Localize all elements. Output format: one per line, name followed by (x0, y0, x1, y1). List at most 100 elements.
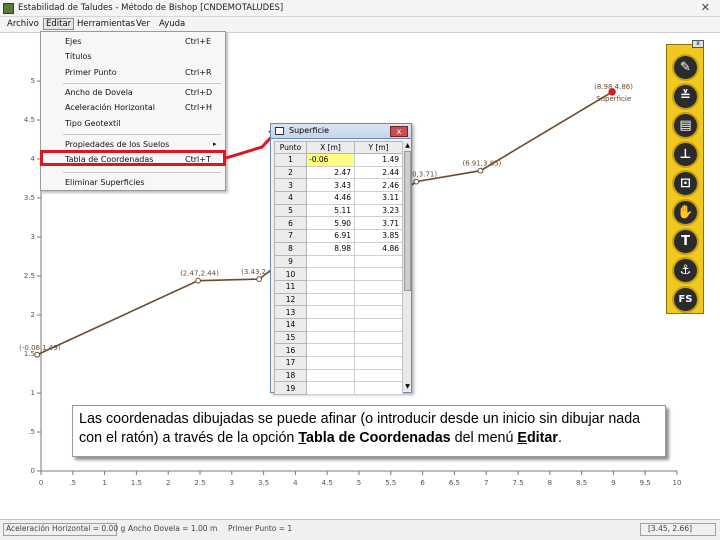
fs-tool-icon[interactable]: FS (672, 286, 699, 313)
menu-item-propiedades-suelos[interactable]: Propiedades de los Suelos (65, 140, 169, 149)
menu-editar[interactable]: Editar (43, 18, 75, 30)
cell-x[interactable] (306, 343, 355, 357)
x-tick-label: 6 (420, 479, 425, 487)
column-header-x: X [m] (306, 141, 355, 154)
cell-x[interactable]: 5.90 (306, 216, 355, 231)
surface-point (195, 277, 201, 284)
cell-y[interactable]: 1.49 (354, 153, 403, 167)
menu-ayuda[interactable]: Ayuda (157, 19, 187, 29)
dialog-close-button[interactable]: x (390, 126, 408, 137)
cell-x[interactable] (306, 330, 355, 345)
cell-x[interactable] (306, 368, 355, 383)
cell-y[interactable] (354, 317, 403, 332)
cell-x[interactable]: 4.46 (306, 191, 355, 205)
cell-x[interactable]: -0.06 (306, 153, 355, 167)
surface-point (256, 276, 263, 283)
menu-herramientas[interactable]: Herramientas (75, 19, 137, 29)
cell-x[interactable] (306, 254, 355, 269)
cell-y[interactable]: 3.71 (354, 216, 403, 231)
cell-y[interactable] (354, 356, 403, 370)
table-row[interactable]: 12 (274, 292, 403, 307)
table-row[interactable]: 10 (274, 267, 403, 281)
menu-archivo[interactable]: Archivo (5, 19, 41, 29)
caption-option-name: Tabla de Coordenadas (298, 430, 451, 446)
table-row[interactable]: 2 2.47 2.44 (274, 165, 403, 180)
row-number: 17 (274, 356, 307, 370)
cell-y[interactable] (354, 292, 403, 307)
cell-x[interactable] (306, 305, 355, 319)
scroll-up-icon[interactable]: ▲ (403, 141, 412, 150)
dialog-scrollbar[interactable]: ▲ ▼ (402, 141, 411, 391)
table-row[interactable]: 14 (274, 317, 403, 332)
table-row[interactable]: 5 5.11 3.23 (274, 203, 403, 218)
cell-y[interactable] (354, 254, 403, 269)
table-row[interactable]: 11 (274, 279, 403, 294)
cell-y[interactable]: 3.11 (354, 191, 403, 205)
menu-item-ancho-dovela[interactable]: Ancho de Dovela (65, 88, 133, 97)
menu-item-tipo-geotextil[interactable]: Tipo Geotextil (65, 119, 121, 128)
menu-item-titulos[interactable]: Títulos (65, 52, 92, 61)
table-row[interactable]: 17 (274, 356, 403, 370)
cell-y[interactable] (354, 343, 403, 357)
cell-x[interactable] (306, 356, 355, 370)
cell-y[interactable] (354, 381, 403, 396)
text-tool-icon[interactable]: T (672, 228, 699, 255)
scroll-down-icon[interactable]: ▼ (403, 382, 412, 391)
cell-y[interactable] (354, 330, 403, 345)
cell-x[interactable] (306, 267, 355, 281)
row-number: 14 (274, 317, 307, 332)
menu-item-primer-punto[interactable]: Primer Punto (65, 68, 117, 77)
menu-item-ejes[interactable]: Ejes (65, 37, 81, 46)
table-row[interactable]: 4 4.46 3.11 (274, 191, 403, 205)
table-row[interactable]: 3 3.43 2.46 (274, 178, 403, 193)
table-row[interactable]: 13 (274, 305, 403, 319)
cell-x[interactable] (306, 317, 355, 332)
menu-item-ejes-shortcut: Ctrl+E (185, 37, 211, 46)
cell-x[interactable]: 2.47 (306, 165, 355, 180)
scrollbar-thumb[interactable] (404, 151, 411, 291)
cell-y[interactable] (354, 267, 403, 281)
cell-y[interactable] (354, 368, 403, 383)
table-row[interactable]: 9 (274, 254, 403, 269)
cell-y[interactable]: 4.86 (354, 241, 403, 256)
cell-x[interactable] (306, 381, 355, 396)
cell-y[interactable] (354, 305, 403, 319)
table-row[interactable]: 18 (274, 368, 403, 383)
cell-y[interactable]: 2.46 (354, 178, 403, 193)
table-row[interactable]: 6 5.90 3.71 (274, 216, 403, 231)
pencil-tool-icon[interactable]: ✎ (672, 54, 699, 81)
grid-tool-icon[interactable]: ▤ (672, 112, 699, 139)
cell-x[interactable]: 6.91 (306, 229, 355, 243)
x-tick-label: 1 (102, 479, 106, 487)
level-tool-icon[interactable]: ⊥ (672, 141, 699, 168)
status-slice-width: Ancho Dovela = 1.00 m (128, 524, 218, 533)
table-row[interactable]: 1 -0.06 1.49 (274, 153, 403, 167)
menu-item-aceleracion-horizontal[interactable]: Aceleración Horizontal (65, 103, 155, 112)
anchor-tool-icon[interactable]: ⚓ (672, 257, 699, 284)
cell-x[interactable]: 3.43 (306, 178, 355, 193)
frame-tool-icon[interactable]: ⊡ (672, 170, 699, 197)
cell-y[interactable]: 3.23 (354, 203, 403, 218)
table-row[interactable]: 19 (274, 381, 403, 396)
cell-y[interactable]: 3.85 (354, 229, 403, 243)
table-row[interactable]: 7 6.91 3.85 (274, 229, 403, 243)
tool-palette-close-button[interactable]: x (692, 40, 704, 48)
layers-tool-icon[interactable]: ≚ (672, 83, 699, 110)
cell-x[interactable]: 8.98 (306, 241, 355, 256)
menu-ver[interactable]: Ver (134, 19, 152, 29)
table-row[interactable]: 15 (274, 330, 403, 345)
window-close-button[interactable]: ✕ (701, 1, 710, 14)
window-title: Estabilidad de Taludes - Método de Bisho… (18, 3, 284, 13)
table-row[interactable]: 8 8.98 4.86 (274, 241, 403, 256)
cell-y[interactable]: 2.44 (354, 165, 403, 180)
table-row[interactable]: 16 (274, 343, 403, 357)
x-tick-label: 6.5 (449, 479, 460, 487)
hand-tool-icon[interactable]: ✋ (672, 199, 699, 226)
menu-item-eliminar-superficies[interactable]: Eliminar Superficies (65, 178, 145, 187)
cell-x[interactable] (306, 279, 355, 294)
x-tick-label: 3.5 (258, 479, 269, 487)
cell-x[interactable] (306, 292, 355, 307)
cell-y[interactable] (354, 279, 403, 294)
cell-x[interactable]: 5.11 (306, 203, 355, 218)
row-number: 7 (274, 229, 307, 243)
